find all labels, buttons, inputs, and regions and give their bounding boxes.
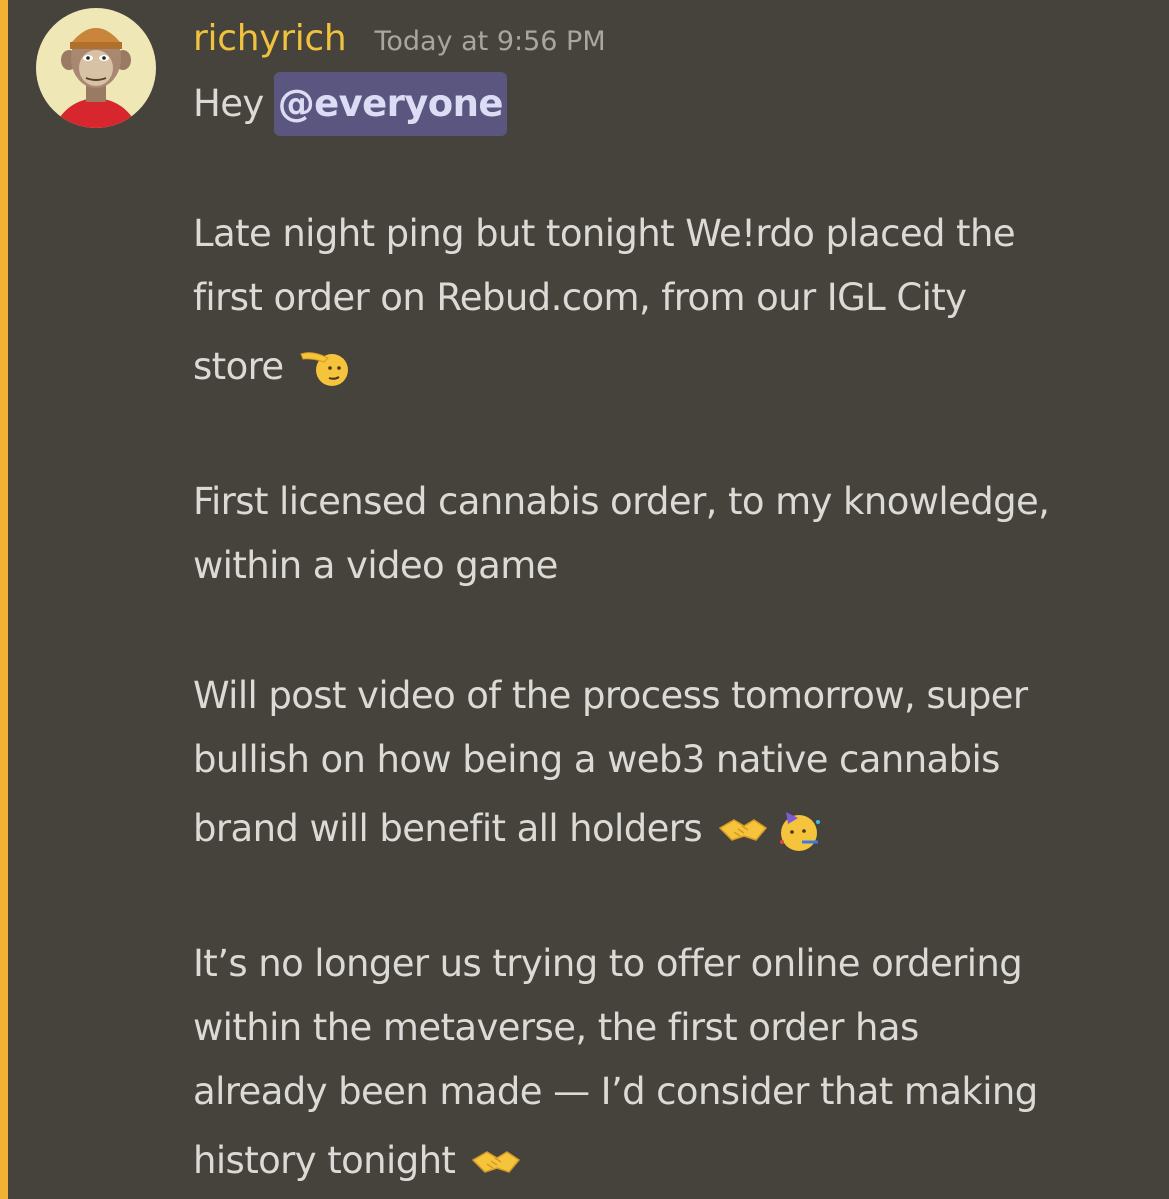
greeting-text: Hey: [193, 82, 264, 125]
message-line: Hey @everyone: [193, 72, 1148, 136]
message-line-text: Late night ping but tonight We!rdo place…: [193, 212, 1016, 255]
avatar[interactable]: [36, 8, 156, 128]
message-line: within a video game: [193, 534, 1148, 598]
message-line-text: first order on Rebud.com, from our IGL C…: [193, 276, 967, 319]
ape-avatar-icon: [54, 28, 138, 128]
message-line-text: already been made — I’d consider that ma…: [193, 1070, 1038, 1113]
message-line-text: within the metaverse, the first order ha…: [193, 1006, 919, 1049]
message-line-text: within a video game: [193, 544, 558, 587]
message-line-text: Will post video of the process tomorrow,…: [193, 674, 1028, 717]
message-header: richyrich Today at 9:56 PM: [193, 18, 606, 74]
message-content: Hey @everyone Late night ping but tonigh…: [193, 72, 1148, 1198]
message-line: It’s no longer us trying to offer online…: [193, 932, 1148, 996]
message-line: First licensed cannabis order, to my kno…: [193, 470, 1148, 534]
message-line-text: It’s no longer us trying to offer online…: [193, 942, 1023, 985]
message-line: first order on Rebud.com, from our IGL C…: [193, 266, 1148, 330]
message-line: Will post video of the process tomorrow,…: [193, 664, 1148, 728]
message-line: bullish on how being a web3 native canna…: [193, 728, 1148, 792]
message-line: store: [193, 330, 1148, 404]
partying-face-icon[interactable]: [772, 802, 826, 856]
message-line-text: bullish on how being a web3 native canna…: [193, 738, 1000, 781]
message-line-text: history tonight: [193, 1139, 456, 1182]
handshake-icon[interactable]: [469, 1134, 523, 1188]
message-line-text: brand will benefit all holders: [193, 807, 703, 850]
timestamp[interactable]: Today at 9:56 PM: [374, 26, 605, 57]
message-line: history tonight: [193, 1124, 1148, 1198]
message-line: within the metaverse, the first order ha…: [193, 996, 1148, 1060]
message-line-text: First licensed cannabis order, to my kno…: [193, 480, 1050, 523]
username[interactable]: richyrich: [193, 18, 347, 59]
message-line: Late night ping but tonight We!rdo place…: [193, 202, 1148, 266]
message-line: already been made — I’d consider that ma…: [193, 1060, 1148, 1124]
saluting-face-icon[interactable]: [298, 340, 352, 394]
message-line: brand will benefit all holders: [193, 792, 1148, 866]
handshake-icon[interactable]: [716, 802, 770, 856]
message-line-text: store: [193, 345, 284, 388]
chat-message: richyrich Today at 9:56 PM Hey @everyone…: [0, 0, 1169, 1199]
everyone-mention[interactable]: @everyone: [273, 72, 507, 136]
